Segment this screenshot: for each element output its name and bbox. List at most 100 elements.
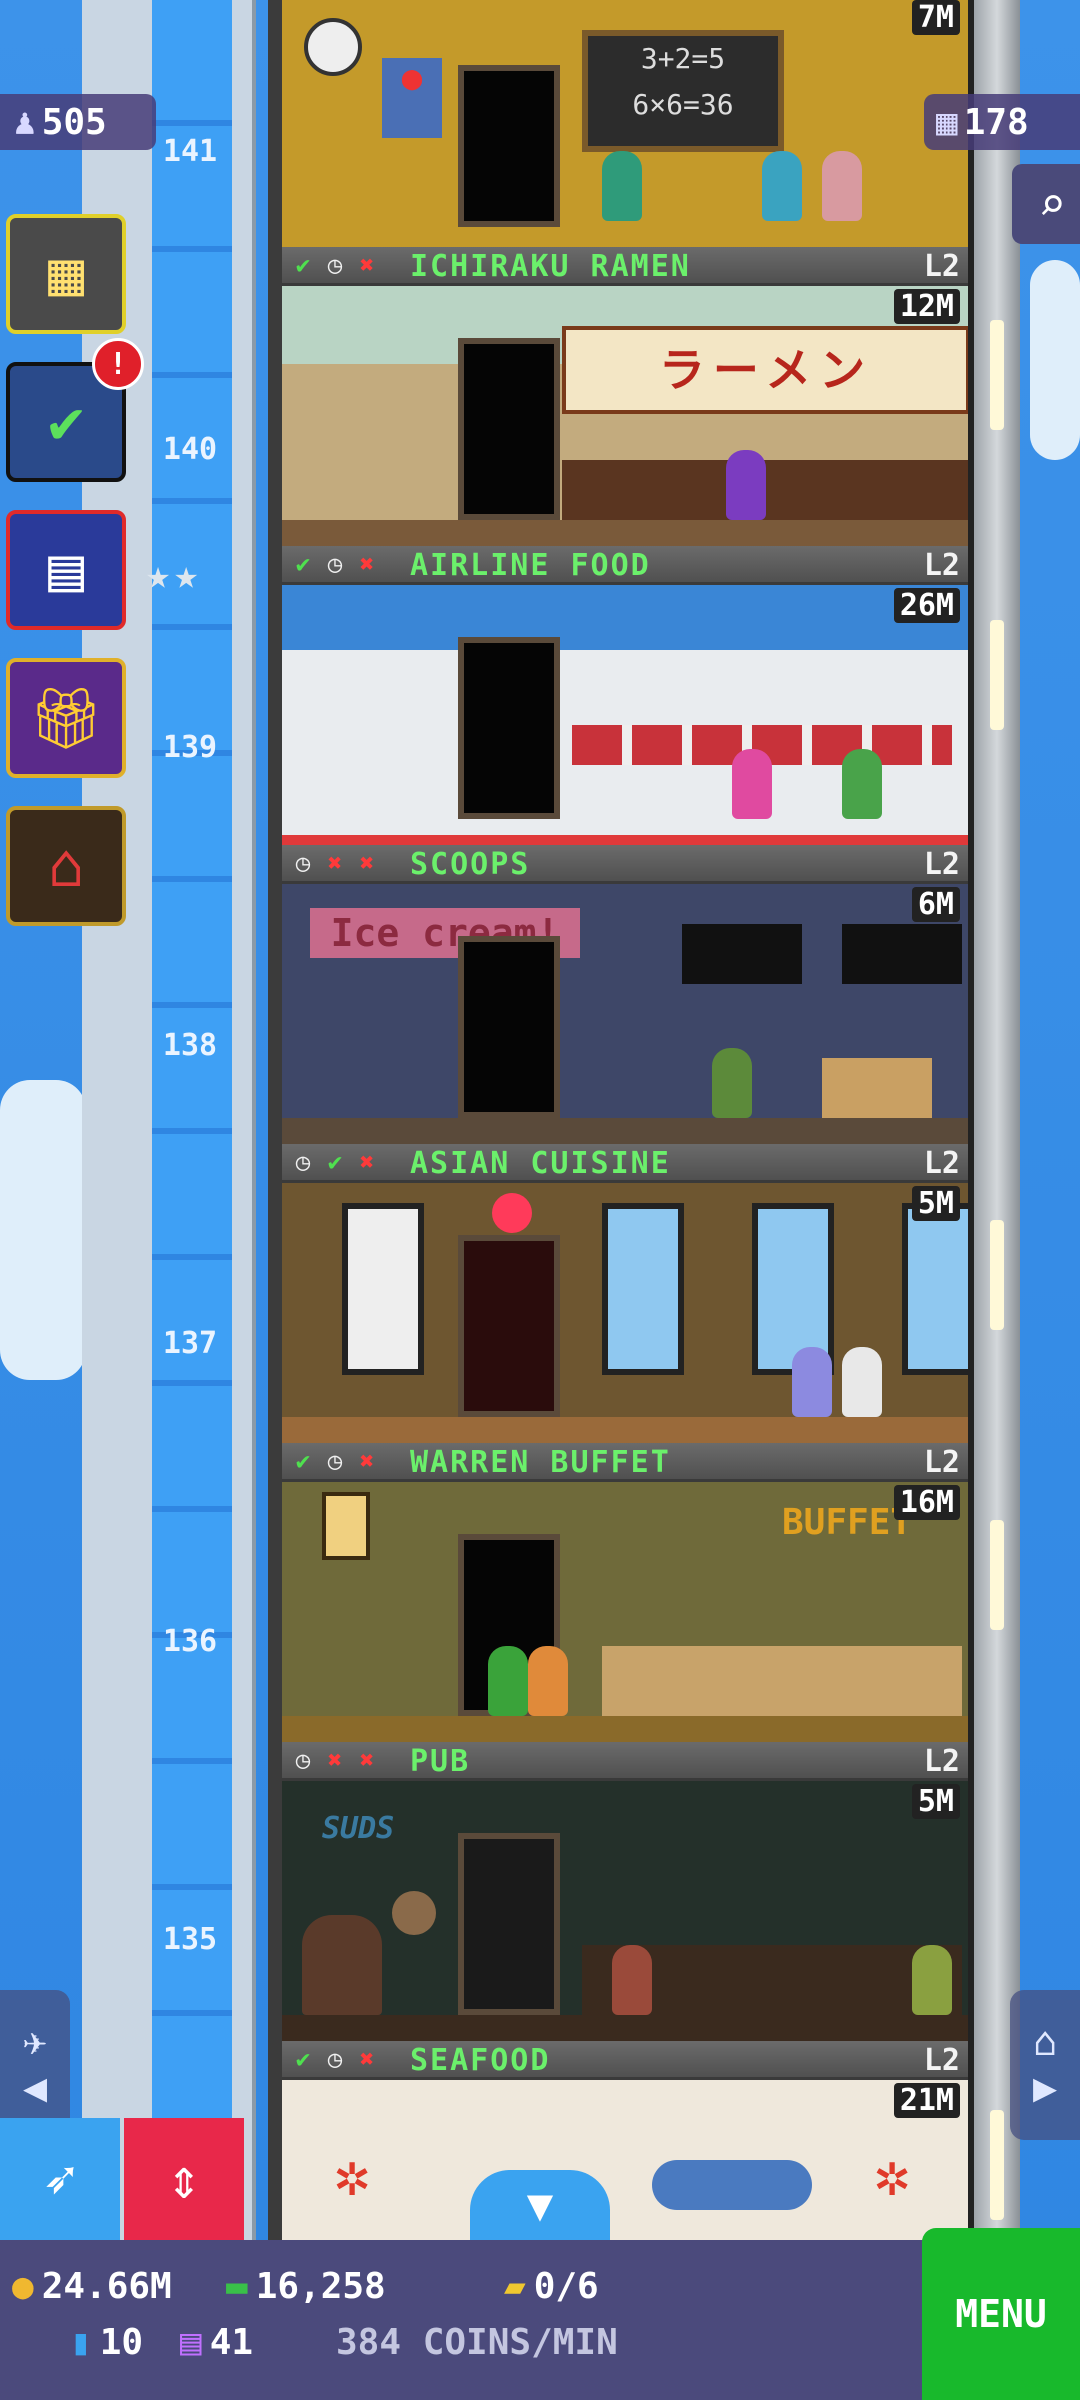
floor-price: 26M (893, 588, 960, 623)
bux-value: 16,258 (255, 2266, 386, 2307)
search-button[interactable]: ⌕ (1012, 164, 1080, 244)
suds-sign: SUDS (322, 1811, 395, 1846)
x-icon: ✖ (359, 550, 375, 578)
bux-stat[interactable]: ▬ 16,258 (226, 2266, 386, 2307)
doorway (458, 338, 560, 520)
floor-price: 16M (893, 1485, 960, 1520)
gift-icon: 🎁︎ (27, 683, 105, 754)
coins-rate-value: 384 COINS/MIN (336, 2322, 618, 2363)
gift-button[interactable]: 🎁︎ (6, 658, 126, 778)
star-rating-icon: ★★ (146, 552, 203, 598)
floor-level: L2 (923, 1445, 960, 1480)
build-floor-button[interactable]: ▦ (6, 214, 126, 334)
scroll-down-button[interactable]: ▼ (470, 2170, 610, 2240)
elevator-value: 10 (99, 2322, 144, 2363)
person (528, 1646, 568, 1716)
floor-header: ✔ ◷ ✖ SEAFOOD L2 (282, 2041, 968, 2080)
shaft-floor-number: 138 (162, 1028, 218, 1063)
notification-badge: ! (92, 338, 144, 390)
vip-value: 41 (209, 2322, 254, 2363)
floor-level: L2 (923, 548, 960, 583)
buffet-sign: BUFFET (782, 1502, 913, 1543)
floor-price: 7M (911, 0, 960, 35)
home-icon: ⌂ (1032, 2019, 1058, 2065)
roof-nav-button[interactable]: ⌂ ▶ (1010, 1990, 1080, 2140)
tickets-stat[interactable]: ▰ 0/6 (504, 2266, 599, 2307)
arrow-icon: ➶ (43, 2146, 77, 2212)
floors-counter[interactable]: ▦ 178 (924, 94, 1080, 150)
cloud (1030, 260, 1080, 460)
market-stall-button[interactable]: ⌂ (6, 806, 126, 926)
building-icon: ▦ (936, 101, 958, 143)
person (762, 151, 802, 221)
floor-scoops[interactable]: ◷ ✖ ✖ SCOOPS L2 6M Ice cream! (282, 845, 968, 1144)
vip-stat[interactable]: ▤ 41 (180, 2322, 253, 2363)
shaft-floor-number: 141 (162, 134, 218, 169)
elevator-button[interactable]: ⇕ (124, 2118, 244, 2240)
floor-seafood[interactable]: ✔ ◷ ✖ SEAFOOD L2 21M ✲ ✲ (282, 2041, 968, 2240)
person (912, 1945, 952, 2015)
coins-rate: 384 COINS/MIN (336, 2322, 618, 2363)
floor-header: ✔ ◷ ✖ ICHIRAKU RAMEN L2 (282, 247, 968, 286)
lattice-window (902, 1203, 968, 1375)
swordfish-icon (652, 2160, 812, 2210)
floor-warren-buffet[interactable]: ✔ ◷ ✖ WARREN BUFFET L2 16M BUFFET (282, 1443, 968, 1742)
airplane-icon: ✈ (22, 2019, 48, 2065)
clock-icon: ◷ (327, 2045, 343, 2073)
floor-ichiraku-ramen[interactable]: ✔ ◷ ✖ ICHIRAKU RAMEN L2 12M ラーメン (282, 247, 968, 546)
x-icon: ✖ (359, 1746, 375, 1774)
chalkboard-line: 3+2=5 (640, 42, 726, 75)
floor-name: SCOOPS (410, 847, 531, 882)
floor-level: L2 (923, 1744, 960, 1779)
pillar-light (990, 620, 1004, 730)
pillar-light (990, 1520, 1004, 1630)
clock-icon: ◷ (295, 849, 311, 877)
floor-price: 5M (911, 1784, 960, 1819)
pillar-light (990, 320, 1004, 430)
delivery-box (822, 1058, 932, 1118)
doorway (458, 1833, 560, 2015)
floor-name: WARREN BUFFET (410, 1445, 671, 1480)
calendar-icon: ▤ (47, 535, 85, 605)
crab-icon: ✲ (333, 2140, 371, 2210)
rocket-button[interactable]: ➶ (0, 2118, 120, 2240)
x-icon: ✖ (327, 849, 343, 877)
floor-price: 12M (893, 289, 960, 324)
market-stall-icon: ⌂ (47, 831, 85, 901)
floor-asian-cuisine[interactable]: ◷ ✔ ✖ ASIAN CUISINE L2 5M (282, 1144, 968, 1443)
floor-pub[interactable]: ◷ ✖ ✖ PUB L2 5M SUDS (282, 1742, 968, 2041)
elevator-icon: ▮ (70, 2322, 92, 2363)
calendar-button[interactable]: ▤ (6, 510, 126, 630)
red-lantern-icon (492, 1193, 532, 1233)
floors-value: 178 (963, 101, 1029, 143)
hanging-lamp-icon (322, 1492, 370, 1560)
floor-airline-food[interactable]: ✔ ◷ ✖ AIRLINE FOOD L2 26M (282, 546, 968, 845)
population-counter[interactable]: ♟ 505 (0, 94, 156, 150)
doorway (458, 637, 560, 819)
coins-stat[interactable]: ● 24.66M (12, 2266, 172, 2307)
floor-classroom[interactable]: 7M ● 3+2=5 6×6=36 (282, 0, 968, 247)
chalkboard-line: 6×6=36 (632, 88, 734, 121)
menu-button[interactable]: MENU (922, 2228, 1080, 2400)
floor-header: ◷ ✖ ✖ PUB L2 (282, 1742, 968, 1781)
person (792, 1347, 832, 1417)
elevator-stat[interactable]: ▮ 10 (70, 2322, 143, 2363)
building-grid-icon: ▦ (47, 239, 85, 309)
person (612, 1945, 652, 2015)
shaft-floor-number: 140 (162, 432, 218, 467)
buffet-table (602, 1646, 962, 1716)
chevron-down-icon: ▼ (526, 2179, 554, 2231)
tickets-value: 0/6 (533, 2266, 599, 2307)
person (822, 151, 862, 221)
cloud (0, 1080, 86, 1380)
floor-price: 6M (911, 887, 960, 922)
shaft-floor-number: 135 (162, 1922, 218, 1957)
chevron-left-icon: ◀ (22, 2065, 48, 2111)
ticket-icon: ▰ (504, 2266, 526, 2307)
elevator-shaft[interactable] (82, 0, 256, 2240)
dartboard-icon (392, 1891, 436, 1935)
apple-poster: ● (382, 58, 442, 138)
floor-header: ◷ ✔ ✖ ASIAN CUISINE L2 (282, 1144, 968, 1183)
person (726, 450, 766, 520)
clock-icon: ◷ (295, 1148, 311, 1176)
